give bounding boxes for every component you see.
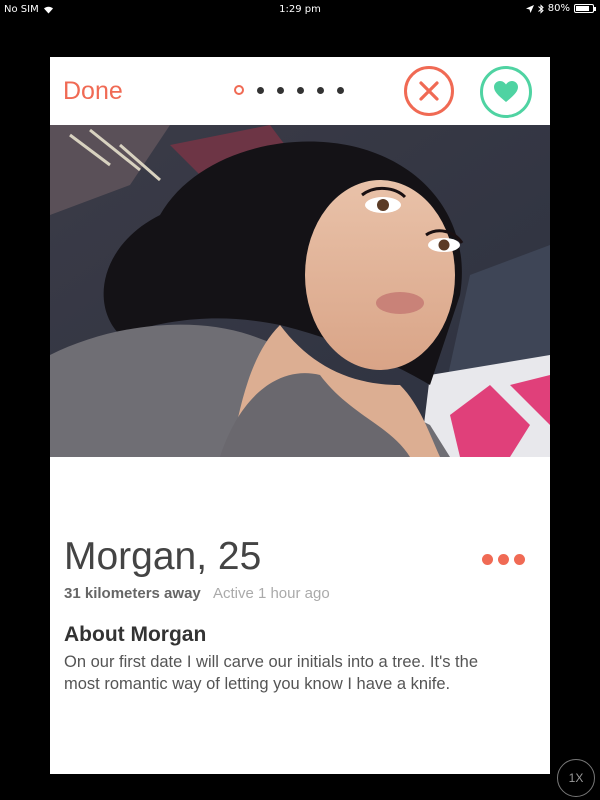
dot-icon	[498, 554, 509, 565]
close-icon	[419, 81, 439, 101]
location-arrow-icon	[525, 4, 534, 13]
bio-text: On our first date I will carve our initi…	[64, 653, 478, 693]
heart-icon	[494, 81, 518, 102]
page-dot[interactable]	[277, 86, 284, 94]
battery-percent: 80%	[547, 3, 570, 14]
profile-card: Done Morgan, 25 31 kilometers away Activ…	[50, 57, 550, 774]
battery-level	[576, 6, 589, 11]
battery-icon	[574, 4, 596, 13]
name-age: Morgan, 25	[64, 535, 262, 578]
clock: 1:29 pm	[279, 4, 321, 15]
profile-photo-image	[50, 125, 550, 457]
page-dot-active[interactable]	[234, 85, 244, 95]
status-right: 80%	[525, 3, 596, 14]
more-options-button[interactable]	[482, 554, 525, 565]
card-header: Done	[50, 57, 550, 125]
like-button[interactable]	[480, 66, 532, 118]
distance-label: 31 kilometers away	[64, 585, 201, 602]
page-dot[interactable]	[257, 86, 264, 94]
profile-photo[interactable]	[50, 125, 550, 457]
dot-icon	[482, 554, 493, 565]
dislike-button[interactable]	[404, 66, 454, 116]
profile-name: Morgan, 25	[64, 535, 261, 579]
last-active-label: Active 1 hour ago	[212, 585, 330, 602]
about-heading: About Morgan	[64, 623, 207, 646]
status-bar: No SIM 1:29 pm 80%	[0, 0, 600, 18]
page-dot[interactable]	[297, 86, 304, 94]
photo-page-indicator	[234, 85, 344, 95]
done-button[interactable]: Done	[63, 77, 123, 106]
page-dot[interactable]	[337, 86, 344, 94]
bluetooth-icon	[537, 3, 544, 14]
zoom-1x-button[interactable]: 1X	[557, 759, 595, 797]
page-dot[interactable]	[317, 86, 324, 94]
profile-meta: 31 kilometers away Active 1 hour ago	[64, 585, 330, 602]
dot-icon	[514, 554, 525, 565]
